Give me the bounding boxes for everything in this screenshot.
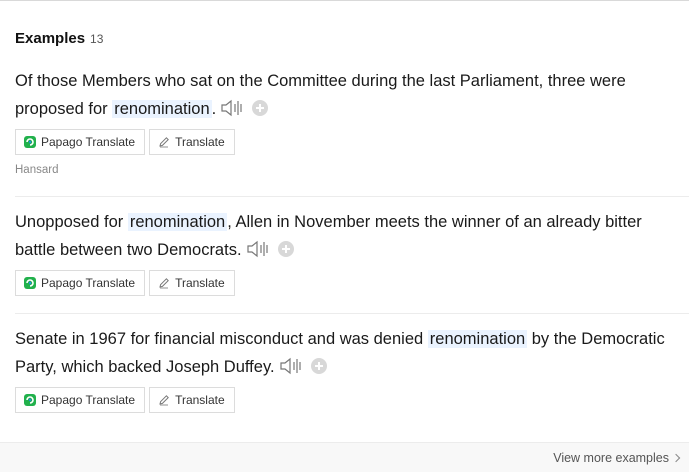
sentence-text: Unopposed for — [15, 213, 128, 231]
example-item: Of those Members who sat on the Committe… — [15, 67, 689, 176]
sentence-text: . — [211, 100, 217, 118]
highlighted-keyword: renomination — [427, 330, 528, 348]
speaker-icon[interactable] — [279, 356, 305, 376]
example-item: Unopposed for renomination, Allen in Nov… — [15, 208, 689, 296]
examples-header: Examples 13 — [15, 30, 103, 47]
examples-count: 13 — [90, 32, 104, 46]
pencil-icon — [158, 394, 170, 406]
view-more-label: View more examples — [553, 451, 669, 465]
sentence-text: Senate in 1967 for financial misconduct … — [15, 330, 428, 348]
translate-button[interactable]: Translate — [149, 387, 235, 413]
papago-translate-button[interactable]: Papago Translate — [15, 270, 146, 296]
examples-panel: Examples 13 Of those Members who sat on … — [0, 0, 689, 472]
example-item: Senate in 1967 for financial misconduct … — [15, 325, 689, 413]
add-icon[interactable] — [310, 357, 327, 374]
papago-translate-button[interactable]: Papago Translate — [15, 129, 146, 155]
pencil-icon — [158, 136, 170, 148]
examples-title: Examples — [15, 30, 86, 47]
view-more-examples-link[interactable]: View more examples — [553, 451, 681, 465]
papago-translate-label: Papago Translate — [41, 135, 136, 149]
highlighted-keyword: renomination — [127, 213, 228, 231]
sentence-text: Of those Members who sat on the Committe… — [15, 72, 626, 118]
translate-button[interactable]: Translate — [149, 270, 235, 296]
add-icon[interactable] — [252, 99, 269, 116]
highlighted-keyword: renomination — [112, 100, 212, 118]
pencil-icon — [158, 277, 170, 289]
speaker-icon[interactable] — [246, 239, 272, 259]
speaker-icon[interactable] — [220, 98, 246, 118]
divider — [15, 196, 689, 197]
example-sentence: Senate in 1967 for financial misconduct … — [15, 325, 689, 381]
translate-label: Translate — [175, 276, 225, 290]
papago-translate-button[interactable]: Papago Translate — [15, 387, 146, 413]
example-sentence: Unopposed for renomination, Allen in Nov… — [15, 208, 689, 264]
papago-translate-label: Papago Translate — [41, 276, 136, 290]
add-icon[interactable] — [277, 240, 294, 257]
papago-translate-label: Papago Translate — [41, 393, 136, 407]
papago-icon — [24, 277, 36, 289]
translate-button-row: Papago Translate Translate — [15, 387, 689, 413]
papago-icon — [24, 136, 36, 148]
divider — [15, 313, 689, 314]
translate-button[interactable]: Translate — [149, 129, 235, 155]
chevron-right-icon — [671, 453, 681, 463]
translate-button-row: Papago Translate Translate — [15, 270, 689, 296]
papago-icon — [24, 394, 36, 406]
example-sentence: Of those Members who sat on the Committe… — [15, 67, 689, 123]
example-source: Hansard — [15, 164, 59, 176]
translate-label: Translate — [175, 135, 225, 149]
examples-footer: View more examples — [0, 442, 689, 472]
translate-label: Translate — [175, 393, 225, 407]
translate-button-row: Papago Translate Translate — [15, 129, 689, 155]
